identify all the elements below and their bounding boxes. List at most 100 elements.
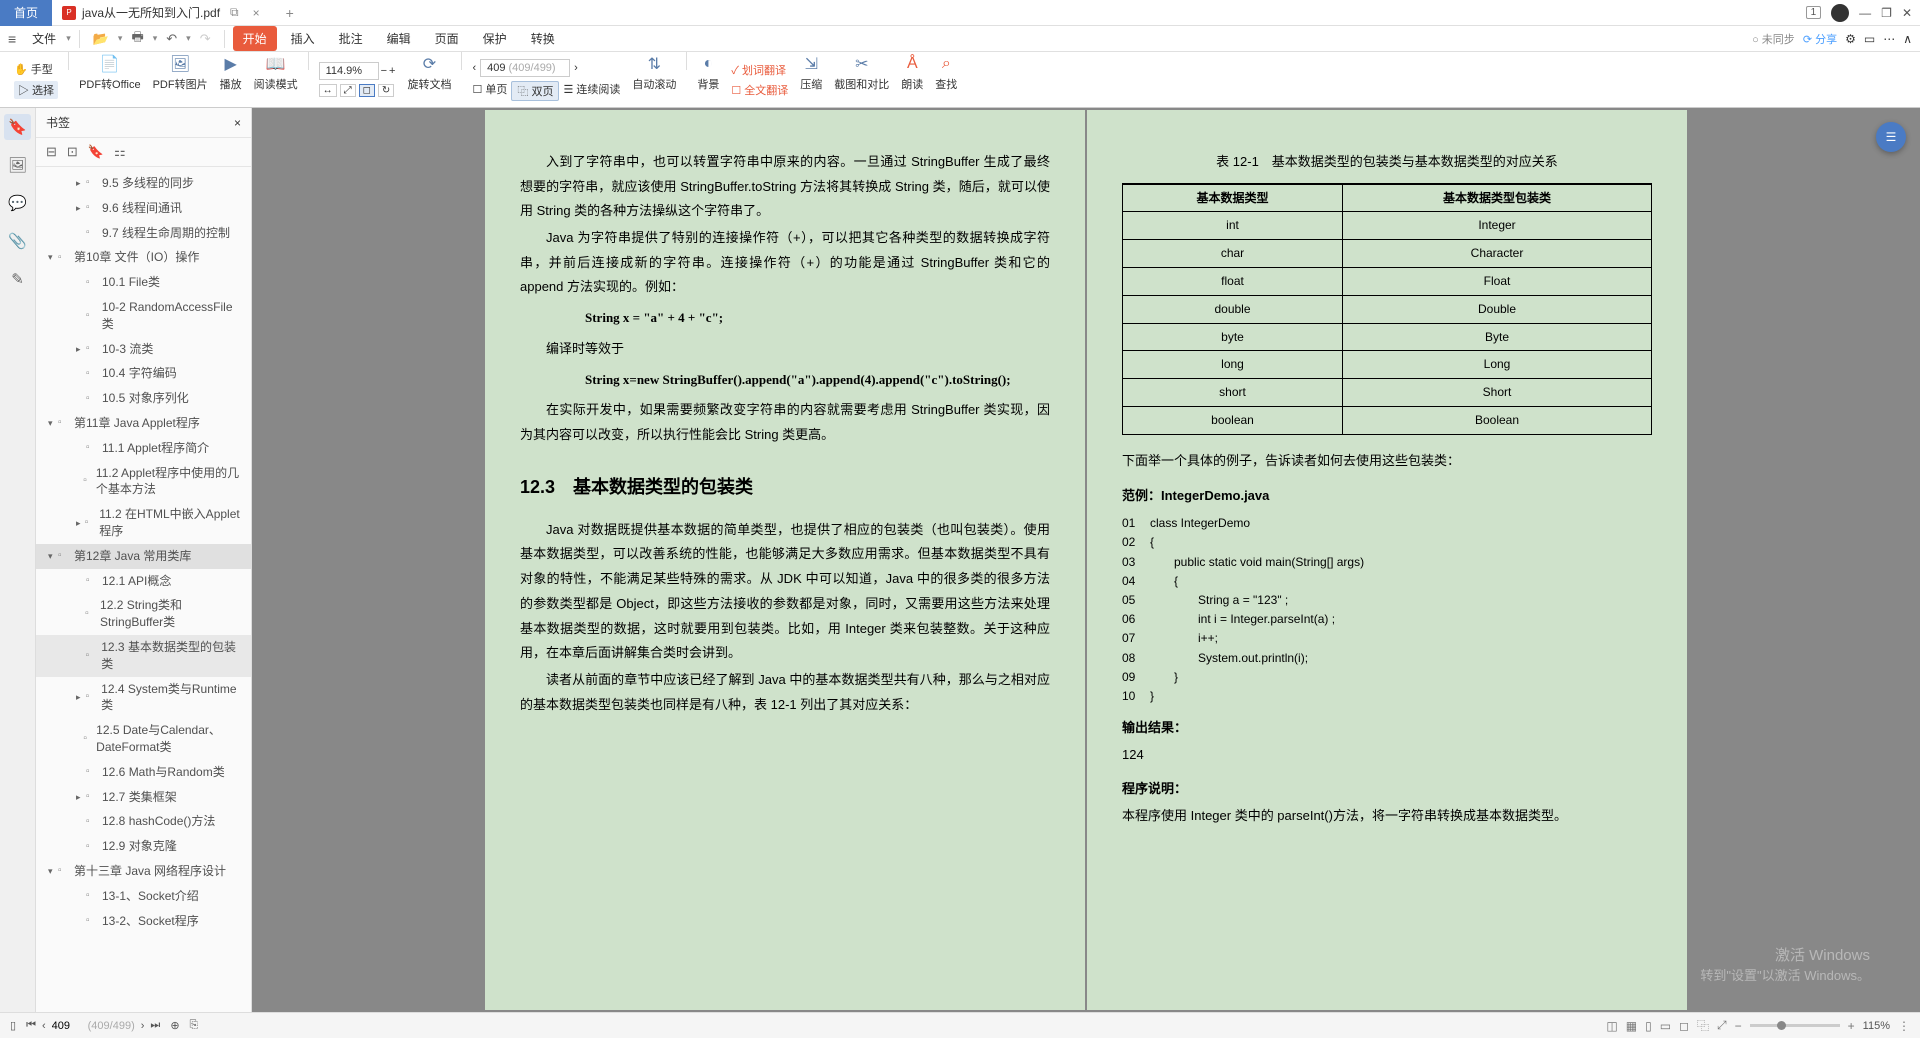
prev-page-icon[interactable]: ‹ — [472, 62, 476, 74]
view-mode-2-icon[interactable]: ▦ — [1626, 1019, 1637, 1033]
bookmark-item[interactable]: ▾▫第10章 文件（IO）操作 — [36, 245, 251, 270]
bookmark-item[interactable]: ▸▫9.5 多线程的同步 — [36, 171, 251, 196]
file-dropdown-icon[interactable]: ▾ — [66, 33, 71, 44]
menu-convert[interactable]: 转换 — [521, 26, 565, 51]
close-window-button[interactable]: ✕ — [1902, 6, 1912, 20]
tab-close-icon[interactable]: × — [249, 6, 264, 20]
bookmark-item[interactable]: ▫10-2 RandomAccessFile类 — [36, 295, 251, 337]
hamburger-icon[interactable]: ≡ — [8, 31, 22, 47]
edit-strip-icon[interactable]: ✎ — [7, 266, 28, 292]
double-page[interactable]: ⿻ 双页 — [511, 81, 559, 101]
menu-edit[interactable]: 编辑 — [377, 26, 421, 51]
expand-all-icon[interactable]: ⊟ — [46, 144, 57, 160]
bookmark-item[interactable]: ▫12.3 基本数据类型的包装类 — [36, 635, 251, 677]
read-aloud[interactable]: Å朗读 — [895, 52, 929, 107]
file-menu[interactable]: 文件 — [26, 30, 62, 47]
actual-size-icon[interactable]: ◻ — [359, 84, 375, 97]
print-icon[interactable]: 🖶 — [126, 28, 148, 50]
bookmark-settings-icon[interactable]: ⚏ — [114, 144, 126, 160]
view-mode-1-icon[interactable]: ◫ — [1606, 1019, 1617, 1033]
select-tool[interactable]: ▷ 选择 — [14, 81, 58, 99]
bookmark-item[interactable]: ▫10.4 字符编码 — [36, 361, 251, 386]
view-mode-5-icon[interactable]: ◻ — [1679, 1019, 1689, 1033]
maximize-button[interactable]: ❐ — [1881, 6, 1892, 20]
word-translate[interactable]: ✓ 划词翻译 — [731, 62, 788, 78]
minimize-button[interactable]: — — [1859, 6, 1871, 20]
bookmark-item[interactable]: ▸▫9.6 线程间通讯 — [36, 196, 251, 221]
bookmark-item[interactable]: ▫13-2、Socket程序 — [36, 909, 251, 934]
bookmark-tree[interactable]: ▸▫9.5 多线程的同步▸▫9.6 线程间通讯▫9.7 线程生命周期的控制▾▫第… — [36, 167, 251, 1012]
bookmark-item[interactable]: ▸▫12.7 类集框架 — [36, 785, 251, 810]
zoom-in-icon[interactable]: + — [389, 65, 395, 77]
settings-icon[interactable]: ⚙ — [1845, 32, 1856, 46]
thumbnail-strip-icon[interactable]: 🖼 — [4, 152, 31, 178]
prev-page-icon[interactable]: ‹ — [42, 1020, 46, 1032]
bookmark-item[interactable]: ▫10.1 File类 — [36, 270, 251, 295]
bookmark-item[interactable]: ▫13-1、Socket介绍 — [36, 884, 251, 909]
status-exit-icon[interactable]: ⎘ — [190, 1019, 199, 1032]
fit-width-icon[interactable]: ↔ — [319, 84, 337, 97]
redo-icon[interactable]: ↷ — [195, 31, 216, 47]
bookmark-item[interactable]: ▾▫第十三章 Java 网络程序设计 — [36, 859, 251, 884]
sidebar-close-icon[interactable]: × — [234, 116, 241, 130]
tray-icon[interactable]: ▭ — [1864, 32, 1875, 46]
menu-start[interactable]: 开始 — [233, 26, 277, 51]
open-icon[interactable]: 📂 — [88, 31, 114, 47]
fit-page-icon[interactable]: ⤢ — [340, 84, 356, 97]
last-page-icon[interactable]: ⏭ — [150, 1019, 160, 1032]
bookmark-strip-icon[interactable]: 🔖 — [4, 114, 31, 140]
bookmark-item[interactable]: ▫12.6 Math与Random类 — [36, 760, 251, 785]
bookmark-item[interactable]: ▫12.1 API概念 — [36, 569, 251, 594]
menu-annotate[interactable]: 批注 — [329, 26, 373, 51]
bookmark-item[interactable]: ▫12.2 String类和StringBuffer类 — [36, 593, 251, 635]
hand-tool[interactable]: ✋ 手型 — [14, 61, 58, 77]
zoom-percent[interactable]: 115% — [1863, 1020, 1890, 1032]
share-button[interactable]: ⟳ 分享 — [1803, 31, 1837, 47]
undo-icon[interactable]: ↶ — [161, 31, 182, 47]
next-page-icon[interactable]: › — [141, 1020, 145, 1032]
compress-button[interactable]: ⇲压缩 — [794, 52, 828, 107]
next-page-icon[interactable]: › — [574, 62, 578, 74]
menu-page[interactable]: 页面 — [425, 26, 469, 51]
bookmark-item[interactable]: ▫12.8 hashCode()方法 — [36, 809, 251, 834]
zoom-out-icon[interactable]: − — [381, 65, 387, 77]
pdf-to-image[interactable]: 🖼PDF转图片 — [147, 52, 214, 107]
first-page-icon[interactable]: ⏮ — [26, 1019, 36, 1032]
file-tab[interactable]: P java从一无所知到入门.pdf ⧉ × — [52, 0, 274, 26]
menu-insert[interactable]: 插入 — [281, 26, 325, 51]
avatar[interactable] — [1831, 4, 1849, 22]
pdf-to-office[interactable]: 📄PDF转Office — [73, 52, 147, 107]
status-page-input[interactable] — [52, 1020, 82, 1032]
bookmark-item[interactable]: ▾▫第11章 Java Applet程序 — [36, 411, 251, 436]
zoom-input[interactable]: 114.9% — [319, 62, 379, 80]
menu-protect[interactable]: 保护 — [473, 26, 517, 51]
rotate-button[interactable]: ⟳旋转文档 — [401, 52, 457, 107]
find-button[interactable]: ⌕查找 — [929, 52, 963, 107]
continuous-read[interactable]: ☰ 连续阅读 — [563, 81, 620, 101]
bookmark-item[interactable]: ▸▫11.2 在HTML中嵌入Applet程序 — [36, 502, 251, 544]
window-count-badge[interactable]: 1 — [1806, 6, 1822, 19]
zoom-out-status-icon[interactable]: − — [1735, 1019, 1742, 1033]
single-page[interactable]: ☐ 单页 — [472, 81, 507, 101]
auto-scroll[interactable]: ⇅自动滚动 — [626, 52, 682, 107]
bookmark-item[interactable]: ▸▫12.4 System类与Runtime类 — [36, 677, 251, 719]
bookmark-item[interactable]: ▫12.9 对象克隆 — [36, 834, 251, 859]
view-mode-3-icon[interactable]: ▯ — [1645, 1019, 1652, 1033]
status-panel-icon[interactable]: ▯ — [10, 1019, 16, 1032]
zoom-slider[interactable] — [1750, 1024, 1840, 1027]
add-tab-button[interactable]: + — [274, 5, 306, 21]
tab-popup-icon[interactable]: ⧉ — [226, 5, 243, 20]
loop-icon[interactable]: ↻ — [378, 84, 394, 97]
background-button[interactable]: ◐背景 — [691, 52, 725, 107]
full-translate[interactable]: ☐ 全文翻译 — [731, 82, 788, 98]
bookmark-item[interactable]: ▫9.7 线程生命周期的控制 — [36, 221, 251, 246]
status-more-icon[interactable]: ⋮ — [1898, 1019, 1910, 1033]
collapse-ribbon-icon[interactable]: ∧ — [1903, 32, 1912, 46]
bookmark-item[interactable]: ▫10.5 对象序列化 — [36, 386, 251, 411]
collapse-all-icon[interactable]: ⊡ — [67, 144, 78, 160]
view-mode-7-icon[interactable]: ⤢ — [1717, 1018, 1727, 1033]
add-bookmark-icon[interactable]: 🔖 — [88, 144, 104, 160]
page-input[interactable]: 409(409/499) — [480, 59, 570, 77]
attachment-strip-icon[interactable]: 📎 — [4, 228, 31, 254]
bookmark-item[interactable]: ▾▫第12章 Java 常用类库 — [36, 544, 251, 569]
